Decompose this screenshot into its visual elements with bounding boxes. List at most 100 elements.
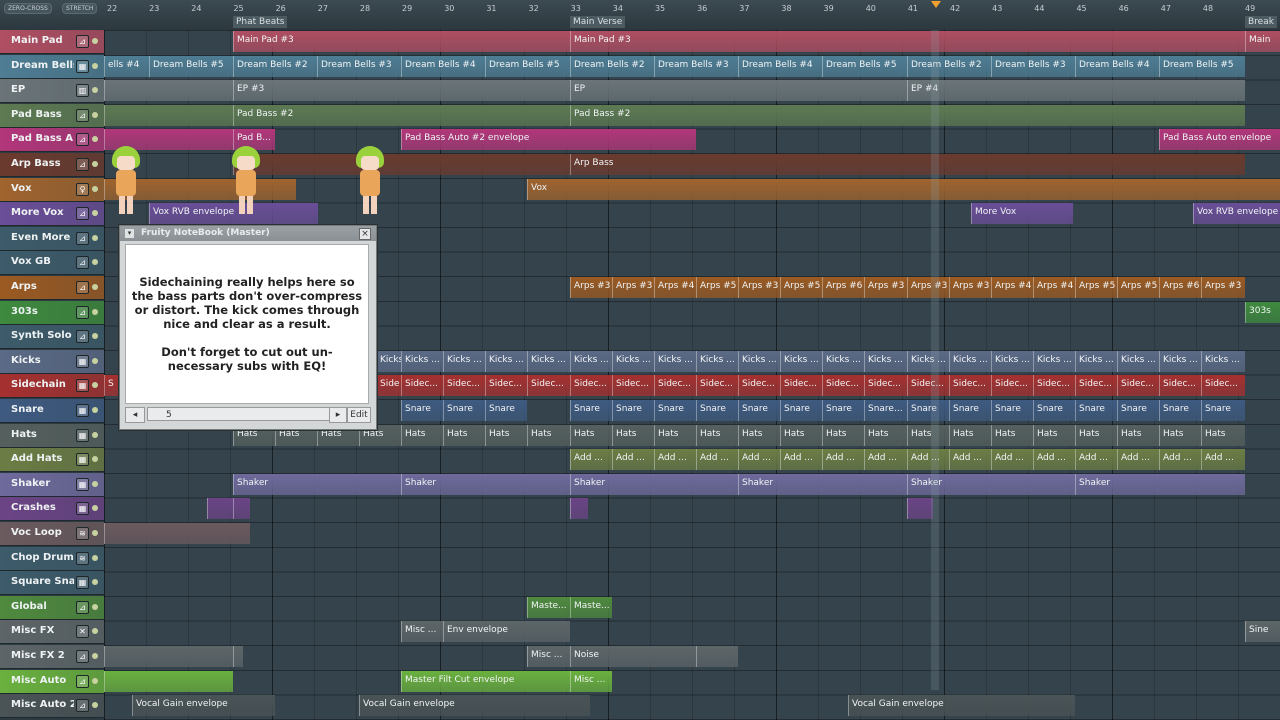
window-menu-icon[interactable]: ▾ (125, 229, 134, 238)
stretch-button[interactable]: STRETCH (62, 3, 98, 14)
playlist-clip[interactable]: Kicks ... (443, 350, 485, 372)
playlist-clip[interactable]: Kicks (376, 350, 401, 372)
close-icon[interactable]: × (359, 228, 371, 240)
track-header[interactable]: Global ⊿ (0, 595, 104, 620)
next-page-button[interactable]: ▸ (329, 407, 347, 423)
playlist-clip[interactable]: Sidec... (1201, 375, 1245, 397)
playlist-clip[interactable] (207, 498, 233, 520)
playlist-clip[interactable]: Misc ... (570, 670, 612, 692)
track-header[interactable]: Synth Solo ⊿ (0, 325, 104, 350)
playlist-clip[interactable]: Main Pad #3 (570, 31, 1245, 52)
playlist-clip[interactable]: Hats (1159, 424, 1201, 446)
playlist-clip[interactable]: Hats (612, 424, 654, 446)
playlist-clip[interactable]: Snare (696, 400, 738, 421)
playlist-clip[interactable]: Hats (738, 424, 780, 446)
playlist-clip[interactable]: Add ... (949, 449, 991, 471)
playlist-clip[interactable]: Hats (696, 424, 738, 446)
track-header[interactable]: Add Hats ▦ (0, 448, 104, 473)
playlist-clip[interactable]: Arps #3 (907, 277, 949, 298)
track-mute-led-icon[interactable] (92, 554, 98, 561)
playlist-clip[interactable]: Add ... (1201, 449, 1245, 471)
playlist-clip[interactable]: Hats (527, 424, 570, 446)
pattern-icon[interactable]: ▦ (76, 354, 89, 368)
playlist-clip[interactable]: Dream Bells #3 (654, 55, 738, 77)
playlist-clip[interactable]: Add ... (822, 449, 864, 471)
playlist-clip[interactable]: Snare (991, 400, 1033, 421)
track-header[interactable]: Even More Vox⊿ (0, 226, 104, 251)
playlist-clip[interactable] (104, 646, 233, 667)
playlist-clip[interactable]: Hats (1075, 424, 1117, 446)
notebook-window[interactable]: ▾ Fruity NoteBook (Master) × Sidechainin… (119, 225, 377, 430)
playlist-clip[interactable]: More Vox (971, 203, 1073, 225)
piano-icon[interactable]: ▥ (76, 84, 89, 98)
playlist-clip[interactable]: Snare (780, 400, 822, 421)
audio-clip-icon[interactable]: ≋ (76, 527, 89, 540)
playlist-clip[interactable]: Hats (822, 424, 864, 446)
track-header[interactable]: Crashes ▦ (0, 497, 104, 522)
previous-page-button[interactable]: ◂ (125, 407, 145, 423)
playlist-clip[interactable] (104, 523, 250, 544)
playlist-clip[interactable]: Sidec... (401, 375, 443, 397)
track-mute-led-icon[interactable] (92, 38, 98, 44)
playlist-clip[interactable]: Sidec... (738, 375, 780, 397)
playlist-clip[interactable]: Dream Bells #5 (822, 55, 907, 77)
playlist-clip[interactable]: Vocal Gain envelope (132, 695, 275, 717)
automation-clip-icon[interactable]: ⊿ (76, 281, 89, 294)
playlist-clip[interactable]: Dream Bells #3 (991, 55, 1075, 77)
automation-clip-icon[interactable]: ⊿ (76, 35, 89, 48)
playlist-clip[interactable]: Add ... (907, 449, 949, 471)
playlist-clip[interactable]: Misc ... (527, 646, 570, 667)
pattern-icon[interactable]: ▦ (76, 576, 89, 590)
track-header[interactable]: Snare ▦ (0, 399, 104, 423)
playlist-clip[interactable]: Dream Bells #5 (149, 55, 233, 77)
track-header[interactable]: Kicks ▦ (0, 349, 104, 374)
track-mute-led-icon[interactable] (92, 259, 98, 266)
track-mute-led-icon[interactable] (92, 234, 98, 241)
page-number-field[interactable]: 5 (147, 407, 333, 421)
playlist-clip[interactable]: Sidec... (1117, 375, 1159, 397)
playlist-clip[interactable]: Arps #4 (1033, 277, 1075, 298)
track-mute-led-icon[interactable] (92, 480, 98, 487)
automation-clip-icon[interactable]: ⊿ (76, 600, 89, 614)
mic-icon[interactable]: ♀ (76, 182, 89, 196)
track-mute-led-icon[interactable] (92, 382, 98, 389)
playlist-clip[interactable]: Vox (527, 178, 1280, 200)
playlist-clip[interactable]: Hats (1201, 424, 1245, 446)
playlist-clip[interactable]: Side (376, 375, 401, 397)
playlist-clip[interactable]: Snare (612, 400, 654, 421)
playlist-clip[interactable]: Kicks ... (485, 350, 527, 372)
playlist-clip[interactable]: Snare (570, 400, 612, 421)
playlist-clip[interactable]: Vocal Gain envelope (848, 695, 1075, 717)
playlist-clip[interactable]: Sine (1245, 621, 1280, 643)
playlist-clip[interactable]: Dream Bells #4 (738, 55, 822, 77)
pattern-icon[interactable]: ▦ (76, 404, 89, 417)
playlist-clip[interactable]: Arps #4 (654, 277, 696, 298)
playlist-clip[interactable]: Hats (1033, 424, 1075, 446)
track-mute-led-icon[interactable] (92, 677, 98, 684)
playlist-clip[interactable]: S (104, 375, 119, 397)
track-header[interactable]: Square Sna...▦ (0, 571, 104, 596)
track-header[interactable]: Pad Bass A...⊿ (0, 128, 104, 153)
playlist-clip[interactable]: Snare (822, 400, 864, 421)
playlist-clip[interactable]: Add ... (654, 449, 696, 471)
playlist-clip[interactable]: Kicks ... (527, 350, 570, 372)
automation-clip-icon[interactable]: ⊿ (76, 158, 89, 171)
track-header[interactable]: Chop Drums ≋ (0, 546, 104, 571)
playlist-clip[interactable]: Vox RVB envelope (1193, 203, 1280, 225)
track-header[interactable]: Arps ⊿ (0, 276, 104, 300)
playlist-clip[interactable]: 303s (1245, 301, 1280, 323)
playlist-clip[interactable]: Add ... (991, 449, 1033, 471)
automation-clip-icon[interactable]: ⊿ (76, 108, 89, 122)
playlist-clip[interactable] (104, 80, 233, 102)
playlist-clip[interactable]: Kicks ... (570, 350, 612, 372)
playlist-clip[interactable]: Hats (443, 424, 485, 446)
track-mute-led-icon[interactable] (92, 357, 98, 364)
playlist-clip[interactable]: Sidec... (527, 375, 570, 397)
playlist-clip[interactable]: Dream Bells #2 (907, 55, 991, 77)
playlist-clip[interactable]: Sidec... (1075, 375, 1117, 397)
track-header[interactable]: More Vox ⊿ (0, 202, 104, 227)
playlist-clip[interactable]: Add ... (864, 449, 907, 471)
automation-clip-icon[interactable]: ⊿ (76, 650, 89, 663)
playlist-clip[interactable]: Pad Bass #2 (233, 104, 570, 126)
track-header[interactable]: 303s ⊿ (0, 300, 104, 325)
